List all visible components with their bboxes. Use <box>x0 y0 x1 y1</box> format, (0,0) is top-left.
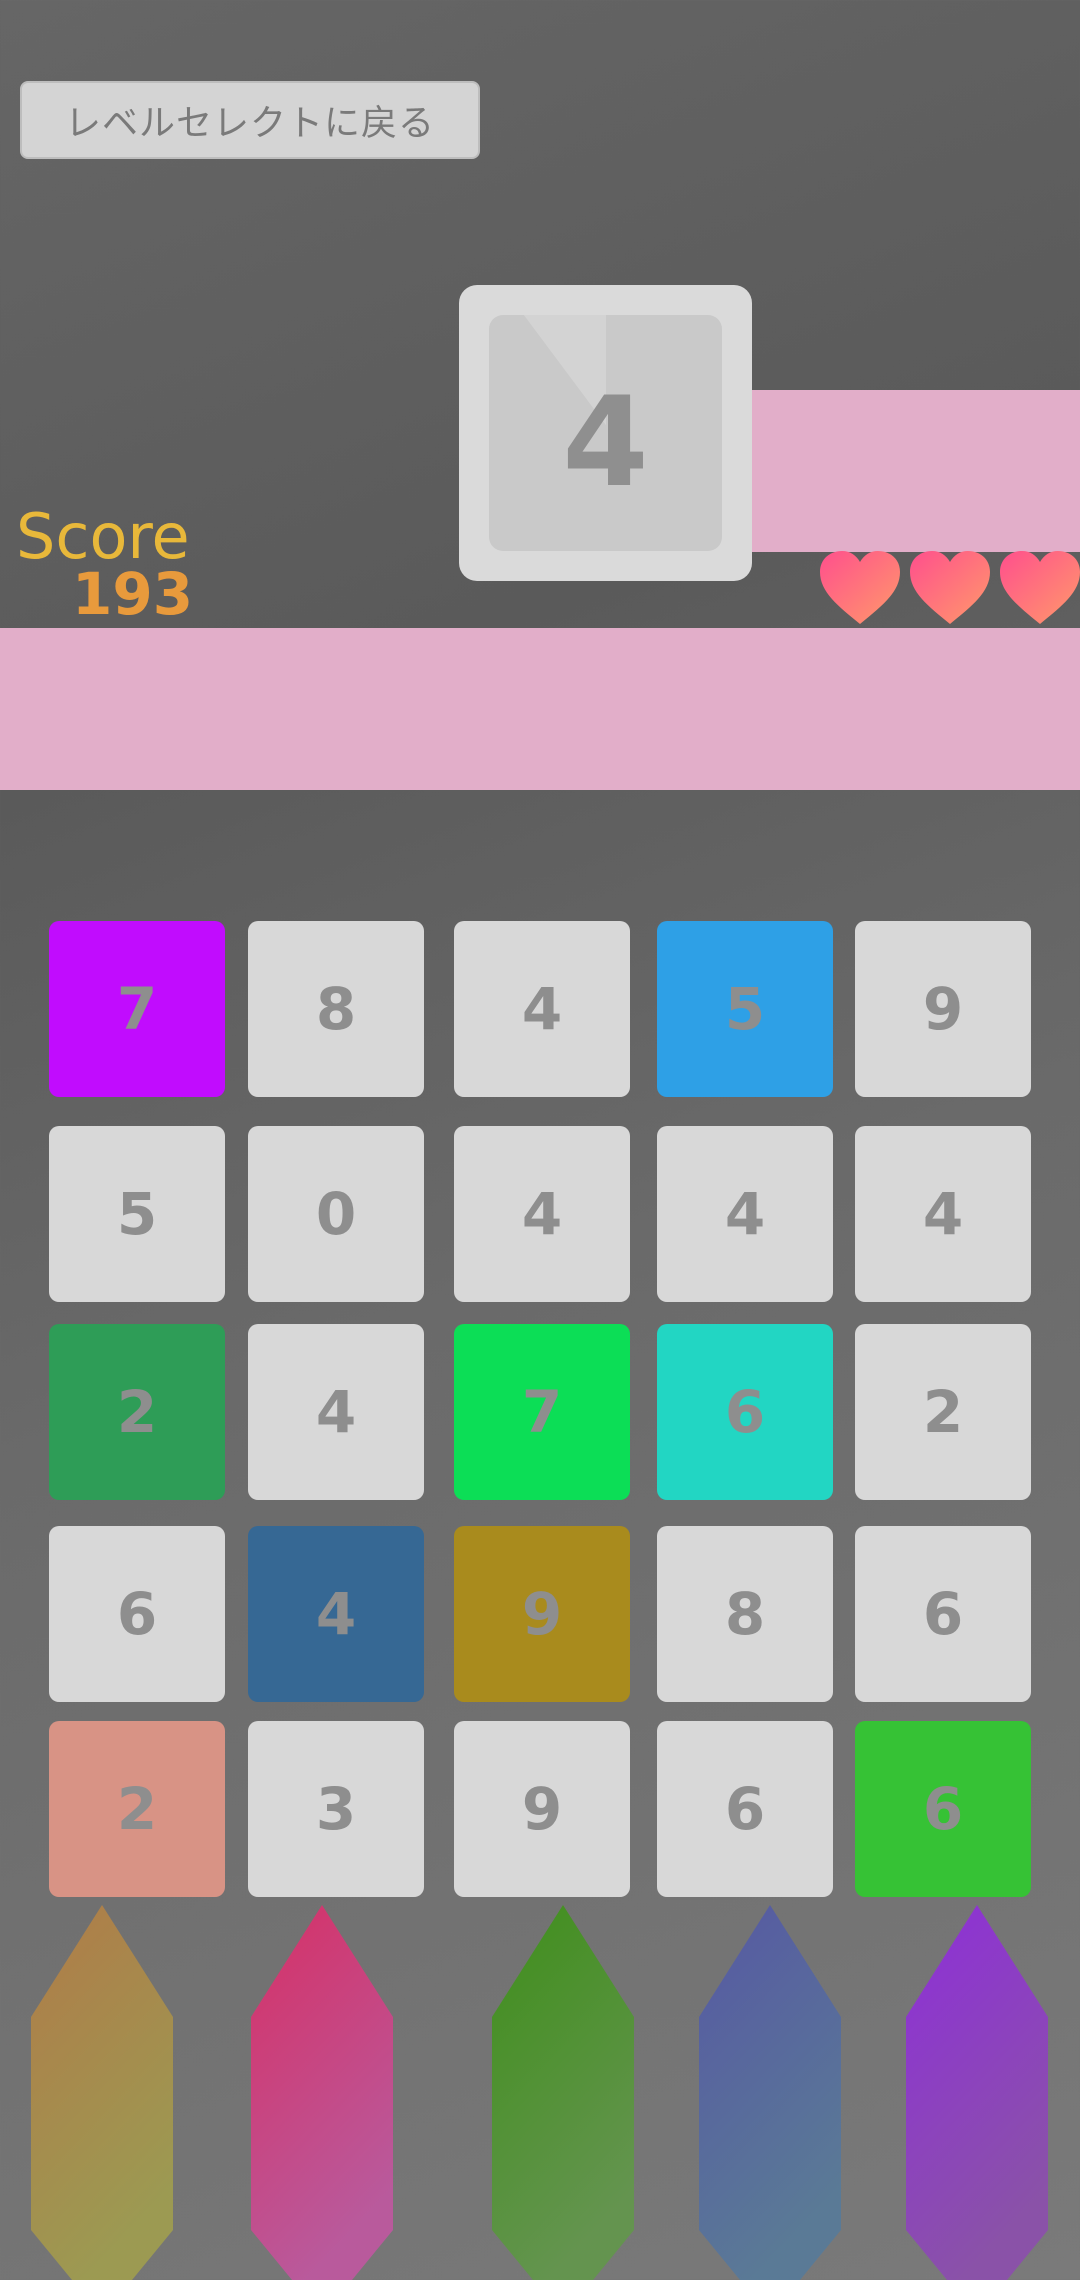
color-pencils <box>31 1905 1048 2280</box>
lives-hearts <box>818 550 1080 626</box>
heart-icon <box>1000 551 1080 624</box>
grid-tile[interactable]: 6 <box>855 1526 1031 1702</box>
grid-tile[interactable]: 2 <box>49 1721 225 1897</box>
grid-tile[interactable]: 8 <box>248 921 424 1097</box>
grid-tile[interactable]: 4 <box>248 1526 424 1702</box>
orange-pencil[interactable] <box>31 1905 173 2280</box>
grid-tile[interactable]: 6 <box>855 1721 1031 1897</box>
grid-tile[interactable]: 8 <box>657 1526 833 1702</box>
heart-icon <box>820 551 900 624</box>
green-pencil[interactable] <box>492 1905 634 2280</box>
next-tile-value: 4 <box>562 371 649 515</box>
grid-tile[interactable]: 0 <box>248 1126 424 1302</box>
pink-pencil[interactable] <box>251 1905 393 2280</box>
grid-tile[interactable]: 9 <box>454 1721 630 1897</box>
grid-tile[interactable]: 4 <box>657 1126 833 1302</box>
grid-tile[interactable]: 5 <box>49 1126 225 1302</box>
grid-tile[interactable]: 6 <box>49 1526 225 1702</box>
grid-tile[interactable]: 2 <box>49 1324 225 1500</box>
grid-tile[interactable]: 3 <box>248 1721 424 1897</box>
back-to-level-select-button[interactable]: レベルセレクトに戻る <box>20 81 480 159</box>
grid-tile[interactable]: 6 <box>657 1324 833 1500</box>
heart-icon <box>910 551 990 624</box>
pink-band-top <box>752 390 1080 552</box>
blue-pencil[interactable] <box>699 1905 841 2280</box>
grid-tile[interactable]: 7 <box>49 921 225 1097</box>
grid-tile[interactable]: 4 <box>454 921 630 1097</box>
grid-tile[interactable]: 4 <box>855 1126 1031 1302</box>
pink-band-middle <box>0 628 1080 790</box>
grid-tile[interactable]: 4 <box>248 1324 424 1500</box>
purple-pencil[interactable] <box>906 1905 1048 2280</box>
next-tile-card: 4 <box>459 285 752 581</box>
grid-tile[interactable]: 9 <box>454 1526 630 1702</box>
grid-tile[interactable]: 4 <box>454 1126 630 1302</box>
grid-tile[interactable]: 2 <box>855 1324 1031 1500</box>
grid-tile[interactable]: 7 <box>454 1324 630 1500</box>
grid-tile[interactable]: 5 <box>657 921 833 1097</box>
grid-tile[interactable]: 9 <box>855 921 1031 1097</box>
grid-tile[interactable]: 6 <box>657 1721 833 1897</box>
score-value: 193 <box>72 560 194 628</box>
next-tile-inner: 4 <box>489 315 722 551</box>
